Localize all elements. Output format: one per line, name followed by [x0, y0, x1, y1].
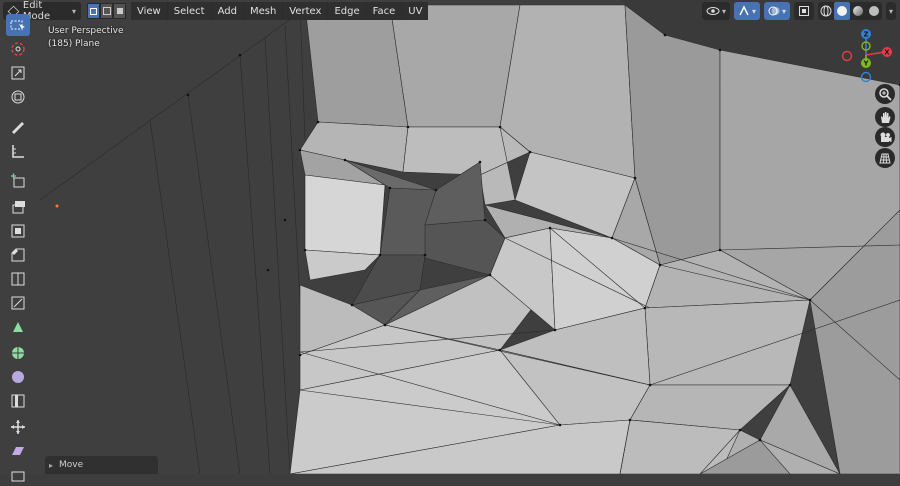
- tool-cursor[interactable]: [6, 38, 30, 60]
- menu-face[interactable]: Face: [366, 2, 402, 20]
- menu-mesh[interactable]: Mesh: [243, 2, 283, 20]
- camera-view-button[interactable]: [875, 127, 895, 147]
- xray-toggle[interactable]: [793, 2, 814, 20]
- hand-pan-icon: [881, 112, 891, 123]
- tool-transform[interactable]: [6, 86, 30, 108]
- mode-label: Edit Mode: [22, 0, 51, 22]
- visibility-dropdown[interactable]: ▾: [701, 2, 730, 20]
- camera-icon: [880, 132, 892, 142]
- rip-region-icon: [11, 471, 25, 482]
- face-select-icon: [116, 8, 123, 14]
- perspective-label: User Perspective: [48, 26, 124, 36]
- transform-icon: [11, 90, 25, 104]
- tool-select-box[interactable]: [6, 14, 30, 36]
- measure-icon: [12, 145, 24, 158]
- tool-bevel[interactable]: [6, 244, 30, 266]
- edge-select-button[interactable]: [100, 3, 113, 19]
- x-axis-label: X: [884, 49, 890, 57]
- tool-add-cube[interactable]: [6, 170, 30, 192]
- object-label: (185) Plane: [48, 39, 100, 49]
- overlays-toggle[interactable]: ▾: [763, 2, 790, 20]
- menu-view[interactable]: View: [131, 2, 167, 20]
- last-operator-panel[interactable]: ▸ Move: [45, 456, 158, 474]
- knife-icon: [11, 296, 25, 310]
- z-axis-label: Z: [863, 31, 868, 39]
- menu-uv[interactable]: UV: [402, 2, 429, 20]
- select-mode-group: [87, 3, 126, 19]
- chevron-down-icon: ▾: [751, 6, 756, 16]
- chevron-down-icon: ▾: [721, 6, 726, 16]
- tool-knife[interactable]: [6, 292, 30, 314]
- chevron-down-icon: ▾: [781, 6, 786, 16]
- poly-build-icon: [13, 322, 23, 332]
- vertex-select-icon: [90, 7, 97, 15]
- smooth-icon: [12, 371, 24, 383]
- tool-poly-build[interactable]: [6, 316, 30, 338]
- last-operator-label: Move: [59, 460, 84, 470]
- eye-icon: [706, 7, 720, 15]
- neg-x-axis-handle[interactable]: [841, 50, 853, 62]
- 3d-viewport[interactable]: [0, 0, 900, 474]
- tool-spin[interactable]: [6, 342, 30, 364]
- select-box-icon: [10, 20, 25, 31]
- header-menus: View Select Add Mesh Vertex Edge Face UV: [131, 2, 429, 20]
- shading-options-dropdown[interactable]: ▾: [885, 2, 896, 20]
- shear-icon: [12, 447, 24, 455]
- toggle-projection-button[interactable]: [875, 148, 895, 168]
- tool-move[interactable]: [6, 62, 30, 84]
- bevel-icon: [11, 248, 25, 262]
- add-cube-icon: [11, 173, 25, 188]
- xray-icon: [798, 6, 809, 16]
- tool-annotate[interactable]: [6, 116, 30, 138]
- loop-cut-icon: [11, 272, 25, 286]
- cursor-icon: [11, 42, 25, 56]
- menu-select[interactable]: Select: [167, 2, 211, 20]
- edge-slide-icon: [11, 394, 25, 408]
- extrude-region-icon: [12, 201, 25, 214]
- inset-faces-icon: [11, 224, 25, 238]
- tool-measure[interactable]: [6, 140, 30, 162]
- tool-edge-slide[interactable]: [6, 390, 30, 412]
- navigation-gizmo[interactable]: Z X Y: [835, 25, 897, 87]
- grid-icon: [879, 153, 891, 164]
- menu-add[interactable]: Add: [211, 2, 243, 20]
- tool-extrude-region[interactable]: [6, 196, 30, 218]
- tool-loop-cut[interactable]: [6, 268, 30, 290]
- zoom-icon: [879, 88, 892, 101]
- face-select-button[interactable]: [113, 3, 126, 19]
- move-icon: [11, 66, 25, 80]
- chevron-right-icon: ▸: [49, 460, 54, 470]
- annotate-icon: [12, 122, 24, 134]
- shrink-fatten-icon: [11, 420, 25, 434]
- chevron-down-icon: ▾: [71, 6, 76, 16]
- y-axis-label: Y: [862, 60, 869, 68]
- gizmo-icon: [739, 5, 749, 16]
- 3d-cursor: [55, 204, 59, 208]
- tool-rip-region[interactable]: [6, 464, 30, 486]
- gizmo-toggle[interactable]: ▾: [733, 2, 760, 20]
- spin-icon: [12, 347, 24, 359]
- pan-button[interactable]: [875, 107, 895, 127]
- overlay-icon: [768, 6, 780, 16]
- menu-edge[interactable]: Edge: [328, 2, 366, 20]
- chevron-down-icon: ▾: [888, 6, 893, 16]
- menu-vertex[interactable]: Vertex: [283, 2, 328, 20]
- neg-z-axis-handle[interactable]: [860, 71, 872, 83]
- tool-shear[interactable]: [6, 440, 30, 462]
- edge-select-icon: [102, 7, 111, 15]
- vertex-select-button[interactable]: [87, 3, 100, 19]
- tool-smooth[interactable]: [6, 366, 30, 388]
- tool-inset-faces[interactable]: [6, 220, 30, 242]
- zoom-button[interactable]: [875, 84, 895, 104]
- tool-shrink-fatten[interactable]: [6, 416, 30, 438]
